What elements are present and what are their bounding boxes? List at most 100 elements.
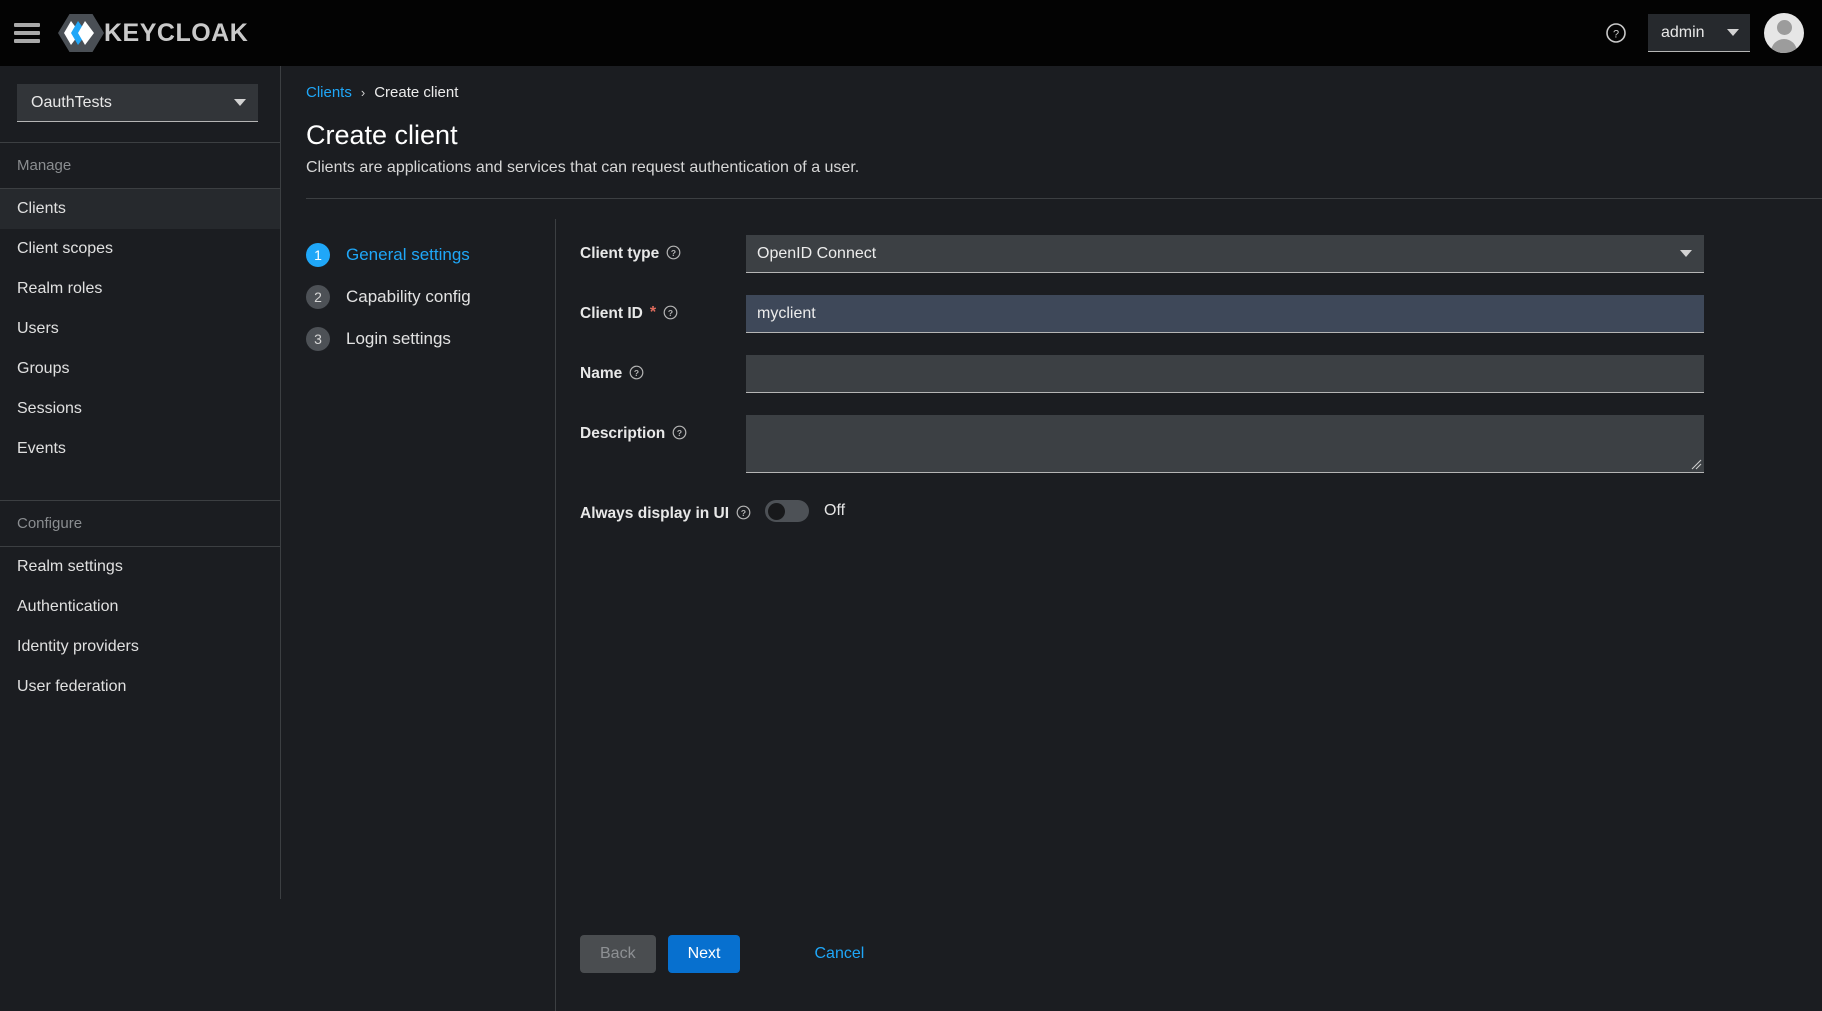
toggle-knob bbox=[768, 502, 786, 520]
svg-text:?: ? bbox=[671, 248, 676, 258]
field-row-always-display: Always display in UI ? Off bbox=[580, 495, 1704, 523]
name-label: Name bbox=[580, 365, 623, 382]
sidebar-group-title-configure: Configure bbox=[17, 515, 83, 532]
always-display-state: Off bbox=[824, 502, 846, 519]
sidebar-item-label: Events bbox=[17, 440, 66, 457]
sidebar-item-label: Authentication bbox=[17, 598, 119, 615]
sidebar-item-label: Clients bbox=[17, 200, 66, 217]
sidebar-item-label: Client scopes bbox=[17, 240, 114, 257]
always-display-label-wrap: Always display in UI ? bbox=[580, 495, 765, 523]
general-settings-form: Client type ? OpenID Connect Client ID *… bbox=[580, 235, 1704, 545]
sidebar-item-client-scopes[interactable]: Client scopes bbox=[0, 229, 280, 269]
chevron-right-icon: › bbox=[360, 85, 366, 100]
masthead-actions: ? admin bbox=[1598, 13, 1822, 53]
chevron-down-icon bbox=[1727, 29, 1739, 36]
sidebar-item-label: Groups bbox=[17, 360, 70, 377]
svg-text:?: ? bbox=[741, 508, 746, 518]
field-row-client-type: Client type ? OpenID Connect bbox=[580, 235, 1704, 273]
sidebar-item-label: User federation bbox=[17, 678, 127, 695]
question-circle-icon[interactable]: ? bbox=[629, 365, 644, 380]
sidebar-item-identity-providers[interactable]: Identity providers bbox=[0, 627, 280, 667]
description-label-wrap: Description ? bbox=[580, 415, 746, 473]
field-row-name: Name ? bbox=[580, 355, 1704, 393]
client-type-select[interactable]: OpenID Connect bbox=[746, 235, 1704, 273]
description-textarea[interactable] bbox=[746, 415, 1704, 473]
wizard-step-capability-config[interactable]: 2 Capability config bbox=[306, 276, 555, 318]
field-row-description: Description ? bbox=[580, 415, 1704, 473]
svg-text:?: ? bbox=[1613, 29, 1619, 41]
sidebar-item-users[interactable]: Users bbox=[0, 309, 280, 349]
realm-selector[interactable]: OauthTests bbox=[17, 84, 258, 122]
step-label: General settings bbox=[346, 245, 470, 264]
name-control bbox=[746, 355, 1704, 393]
client-id-input[interactable] bbox=[746, 295, 1704, 333]
sidebar-item-user-federation[interactable]: User federation bbox=[0, 667, 280, 707]
step-label: Capability config bbox=[346, 287, 471, 306]
wizard-step-login-settings[interactable]: 3 Login settings bbox=[306, 318, 555, 360]
client-id-control bbox=[746, 295, 1704, 333]
sidebar-item-label: Realm settings bbox=[17, 558, 123, 575]
sidebar-item-label: Identity providers bbox=[17, 638, 139, 655]
chevron-down-icon bbox=[1680, 250, 1692, 257]
create-client-wizard: 1 General settings 2 Capability config 3… bbox=[282, 199, 1822, 1011]
question-circle-icon[interactable]: ? bbox=[666, 245, 681, 260]
wizard-vertical-divider bbox=[555, 219, 556, 1011]
brand-name: KEYCLOAK bbox=[104, 18, 249, 47]
name-input[interactable] bbox=[746, 355, 1704, 393]
cancel-button[interactable]: Cancel bbox=[794, 935, 884, 973]
user-name: admin bbox=[1661, 23, 1705, 41]
keycloak-logo-icon bbox=[58, 14, 104, 52]
name-label-wrap: Name ? bbox=[580, 355, 746, 393]
sidebar-item-label: Users bbox=[17, 320, 59, 337]
question-circle-icon[interactable]: ? bbox=[672, 425, 687, 440]
breadcrumb-current: Create client bbox=[374, 84, 459, 101]
sidebar-item-realm-roles[interactable]: Realm roles bbox=[0, 269, 280, 309]
description-control bbox=[746, 415, 1704, 473]
sidebar-item-label: Realm roles bbox=[17, 280, 103, 297]
sidebar-item-events[interactable]: Events bbox=[0, 429, 280, 469]
sidebar-item-label: Sessions bbox=[17, 400, 82, 417]
description-label: Description bbox=[580, 425, 666, 442]
sidebar-item-groups[interactable]: Groups bbox=[0, 349, 280, 389]
always-display-label: Always display in UI bbox=[580, 505, 730, 522]
realm-selector-wrapper: OauthTests bbox=[0, 66, 280, 142]
wizard-steps-nav: 1 General settings 2 Capability config 3… bbox=[306, 234, 555, 360]
hamburger-icon[interactable] bbox=[14, 23, 40, 43]
main-content: Clients › Create client Create client Cl… bbox=[282, 66, 1822, 1011]
client-type-control: OpenID Connect bbox=[746, 235, 1704, 273]
page-subtitle: Clients are applications and services th… bbox=[306, 159, 860, 176]
question-circle-icon[interactable]: ? bbox=[736, 505, 751, 520]
always-display-toggle-row: Off bbox=[765, 495, 1704, 522]
step-number: 2 bbox=[306, 285, 330, 309]
brand-logo[interactable]: KEYCLOAK bbox=[58, 13, 248, 53]
client-type-value: OpenID Connect bbox=[757, 244, 877, 262]
help-icon[interactable]: ? bbox=[1598, 15, 1634, 51]
page-title: Create client bbox=[306, 120, 458, 150]
wizard-step-general-settings[interactable]: 1 General settings bbox=[306, 234, 555, 276]
always-display-control: Off bbox=[765, 495, 1704, 523]
sidebar-item-sessions[interactable]: Sessions bbox=[0, 389, 280, 429]
step-number: 3 bbox=[306, 327, 330, 351]
svg-text:?: ? bbox=[668, 308, 673, 318]
step-number: 1 bbox=[306, 243, 330, 267]
required-marker: * bbox=[649, 304, 657, 321]
avatar[interactable] bbox=[1764, 13, 1804, 53]
svg-text:?: ? bbox=[634, 368, 639, 378]
breadcrumb-link-clients[interactable]: Clients bbox=[306, 84, 352, 101]
page-header: Clients › Create client Create client Cl… bbox=[282, 66, 1822, 199]
realm-selector-value: OauthTests bbox=[31, 93, 112, 111]
user-dropdown[interactable]: admin bbox=[1648, 14, 1750, 52]
step-label: Login settings bbox=[346, 329, 451, 348]
client-type-label-wrap: Client type ? bbox=[580, 235, 746, 273]
next-button[interactable]: Next bbox=[667, 935, 741, 973]
breadcrumb: Clients › Create client bbox=[306, 84, 1822, 101]
client-type-label: Client type bbox=[580, 245, 660, 262]
sidebar-group-title-manage: Manage bbox=[17, 157, 72, 174]
sidebar-item-realm-settings[interactable]: Realm settings bbox=[0, 547, 280, 587]
sidebar-item-clients[interactable]: Clients bbox=[0, 189, 280, 229]
always-display-toggle[interactable] bbox=[765, 500, 810, 522]
question-circle-icon[interactable]: ? bbox=[663, 305, 678, 320]
back-button[interactable]: Back bbox=[580, 935, 656, 973]
sidebar-item-authentication[interactable]: Authentication bbox=[0, 587, 280, 627]
